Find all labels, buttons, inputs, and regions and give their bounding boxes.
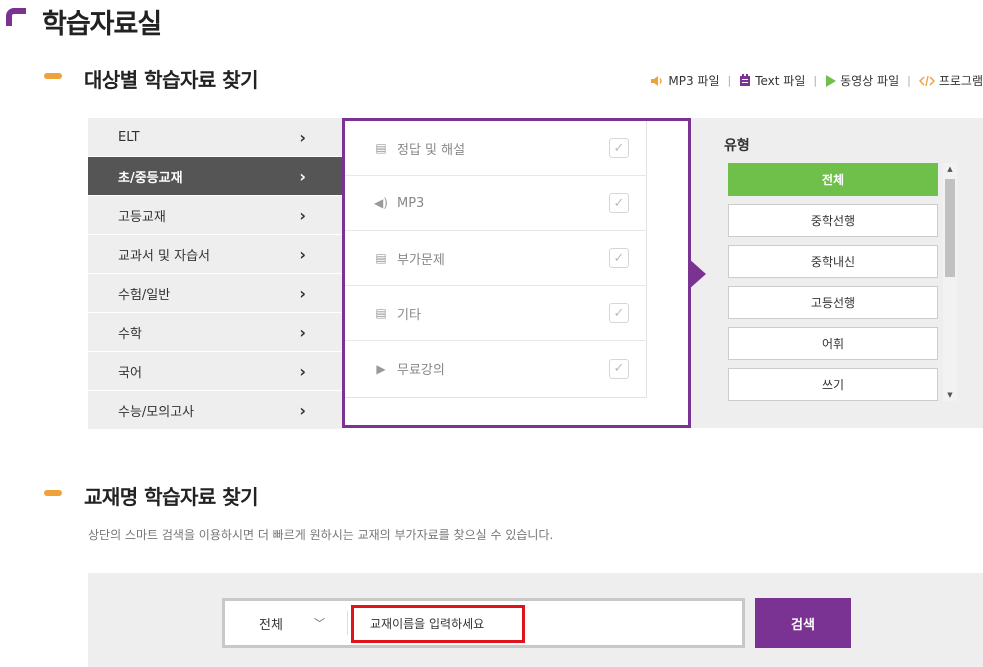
legend-text: Text 파일 [739, 72, 805, 89]
document-icon: ▤ [375, 306, 387, 320]
type-row-answers[interactable]: ▤ 정답 및 해설 ✓ [345, 121, 646, 176]
genre-button-middle-advance[interactable]: 중학선행 [728, 204, 938, 237]
category-item-elementary-middle[interactable]: 초/중등교재 › [88, 157, 342, 196]
chevron-right-icon: › [299, 127, 306, 147]
genre-button-high-advance[interactable]: 고등선행 [728, 286, 938, 319]
section-bullet-icon [44, 73, 62, 79]
category-item-suneung[interactable]: 수능/모의고사 › [88, 391, 342, 430]
file-type-legend: MP3 파일 | Text 파일 | 동영상 파일 | 프로그램 [650, 72, 983, 89]
document-icon: ▤ [375, 141, 387, 155]
play-icon [826, 74, 837, 87]
genre-title: 유형 [724, 138, 750, 154]
page-title: 학습자료실 [42, 9, 162, 40]
category-item-textbook[interactable]: 교과서 및 자습서 › [88, 235, 342, 274]
chevron-right-icon: › [299, 166, 306, 186]
category-item-exam-general[interactable]: 수험/일반 › [88, 274, 342, 313]
type-checkbox[interactable]: ✓ [609, 358, 629, 379]
type-checkbox[interactable]: ✓ [609, 138, 629, 158]
chevron-right-icon: › [299, 244, 306, 264]
genre-button-all[interactable]: 전체 [728, 163, 938, 196]
arrow-right-icon [688, 258, 706, 290]
document-icon: ▤ [375, 251, 387, 265]
search-box: 전체 ﹀ [222, 598, 745, 648]
speaker-icon: ◀) [374, 196, 388, 210]
chevron-right-icon: › [299, 205, 306, 225]
section-title-textbook: 교재명 학습자료 찾기 [84, 485, 259, 509]
legend-video: 동영상 파일 [825, 72, 899, 89]
type-row-mp3[interactable]: ◀) MP3 ✓ [345, 176, 646, 231]
scroll-down-icon[interactable]: ▼ [943, 389, 957, 401]
legend-program: 프로그램 [918, 72, 983, 89]
type-row-free-lecture[interactable]: ▶ 무료강의 ✓ [345, 341, 646, 396]
category-item-korean[interactable]: 국어 › [88, 352, 342, 391]
genre-button-vocabulary[interactable]: 어휘 [728, 327, 938, 360]
play-icon: ▶ [376, 361, 386, 376]
genre-button-middle-school[interactable]: 중학내신 [728, 245, 938, 278]
chevron-down-icon: ﹀ [314, 617, 325, 630]
type-row-other[interactable]: ▤ 기타 ✓ [345, 286, 646, 341]
speaker-icon [651, 75, 663, 86]
section-title-target: 대상별 학습자료 찾기 [84, 68, 259, 92]
legend-mp3: MP3 파일 [650, 72, 719, 89]
section-bullet-icon [44, 490, 62, 496]
code-icon [918, 75, 935, 86]
chevron-right-icon: › [299, 361, 306, 381]
chevron-right-icon: › [299, 400, 306, 420]
category-item-elt[interactable]: ELT › [88, 118, 342, 157]
title-mark-icon [6, 8, 26, 26]
scroll-up-icon[interactable]: ▲ [943, 163, 957, 175]
search-description: 상단의 스마트 검색을 이용하시면 더 빠르게 원하시는 교재의 부가자료를 찾… [88, 528, 554, 542]
chevron-right-icon: › [299, 283, 306, 303]
type-row-extra-questions[interactable]: ▤ 부가문제 ✓ [345, 231, 646, 286]
search-button[interactable]: 검색 [755, 598, 851, 648]
genre-button-writing[interactable]: 쓰기 [728, 368, 938, 401]
type-checkbox[interactable]: ✓ [609, 193, 629, 213]
genre-scrollbar[interactable]: ▲ ▼ [943, 163, 957, 401]
category-list: ELT › 초/중등교재 › 고등교재 › 교과서 및 자습서 › 수험/일반 › 수학 ›… [88, 118, 342, 430]
type-checkbox[interactable]: ✓ [609, 303, 629, 323]
search-scope-select[interactable]: 전체 ﹀ [225, 601, 341, 645]
material-type-list: ▤ 정답 및 해설 ✓ ◀) MP3 ✓ ▤ 부가문제 ✓ ▤ 기타 ✓ ▶ 무… [345, 121, 647, 398]
chevron-right-icon: › [299, 322, 306, 342]
category-item-high-school[interactable]: 고등교재 › [88, 196, 342, 235]
document-icon [740, 74, 751, 86]
type-checkbox[interactable]: ✓ [609, 248, 629, 268]
divider [347, 611, 348, 635]
scroll-thumb[interactable] [945, 179, 955, 277]
genre-list: 전체 중학선행 중학내신 고등선행 어휘 쓰기 [728, 163, 938, 409]
textbook-search-input[interactable] [351, 605, 525, 643]
material-type-box: ▤ 정답 및 해설 ✓ ◀) MP3 ✓ ▤ 부가문제 ✓ ▤ 기타 ✓ ▶ 무… [342, 118, 691, 428]
category-item-math[interactable]: 수학 › [88, 313, 342, 352]
